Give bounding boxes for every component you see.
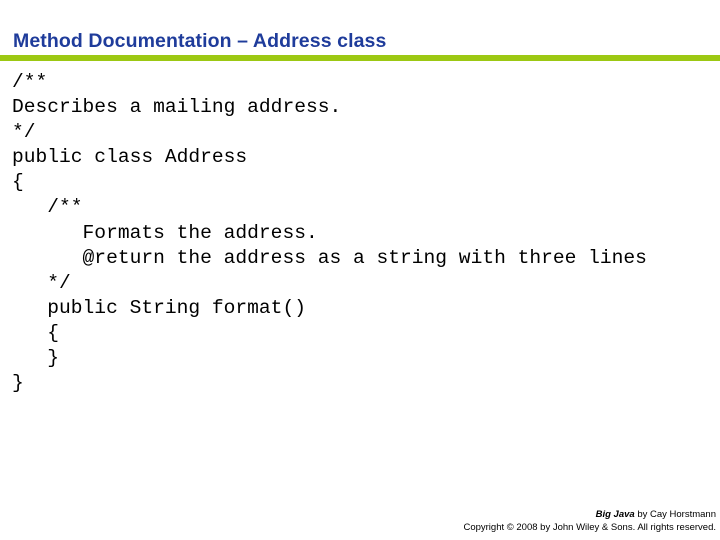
- code-line: }: [12, 347, 60, 370]
- slide: Method Documentation – Address class /**…: [0, 0, 720, 540]
- code-line: {: [12, 321, 60, 344]
- slide-footer: Big Java by Cay Horstmann Copyright © 20…: [463, 508, 716, 534]
- page-title: Method Documentation – Address class: [13, 30, 387, 52]
- book-title: Big Java: [595, 509, 635, 520]
- title-divider: [0, 55, 720, 61]
- code-line: Describes a mailing address.: [12, 96, 342, 119]
- code-line: }: [12, 372, 24, 395]
- code-block: /** Describes a mailing address. */public …: [12, 70, 712, 396]
- footer-credit: Big Java by Cay Horstmann: [463, 508, 716, 521]
- code-line: /**: [12, 196, 83, 219]
- copyright-notice: Copyright © 2008 by John Wiley & Sons. A…: [463, 522, 716, 533]
- code-line: Formats the address.: [12, 221, 318, 244]
- code-line: public class Address: [12, 146, 248, 169]
- code-line: public String format(): [12, 296, 306, 319]
- slide-header: Method Documentation – Address class: [0, 0, 720, 61]
- code-line: /**: [12, 71, 48, 93]
- book-author: by Cay Horstmann: [634, 509, 716, 520]
- code-line: {: [12, 171, 24, 194]
- code-line: */: [12, 121, 36, 144]
- code-line: */: [12, 271, 71, 294]
- code-line: @return the address as a string with thr…: [12, 246, 647, 269]
